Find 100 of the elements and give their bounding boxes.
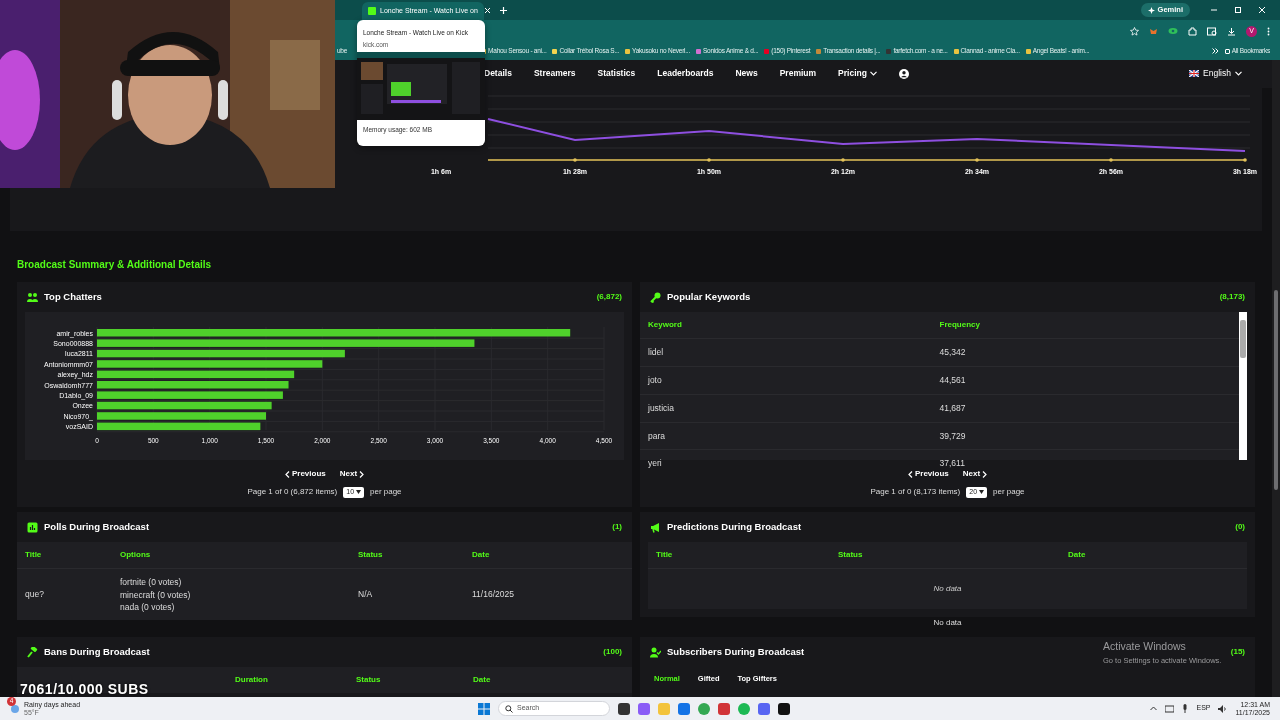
caret-down-icon bbox=[979, 490, 984, 495]
table-cell-text: lidel bbox=[648, 346, 665, 359]
key-icon bbox=[650, 291, 661, 303]
close-icon bbox=[1258, 6, 1266, 14]
page-info: Page 1 of 0 (8,173 items) bbox=[870, 486, 961, 499]
per-page-label: per page bbox=[993, 486, 1025, 499]
card-title: Top Chatters bbox=[44, 290, 102, 304]
item-count: (8,173) bbox=[1219, 291, 1245, 304]
table-cell-text: 45,342 bbox=[939, 346, 967, 359]
page-info: Page 1 of 0 (6,872 items) bbox=[247, 486, 338, 499]
chevron-right-icon bbox=[359, 470, 365, 478]
discord-icon[interactable] bbox=[758, 702, 770, 715]
column-header: Duration bbox=[235, 674, 269, 687]
column-header: Status bbox=[358, 549, 384, 562]
table-cell-text: para bbox=[648, 429, 666, 443]
per-page-label: per page bbox=[370, 486, 402, 499]
section-title: Broadcast Summary & Additional Details bbox=[16, 258, 213, 272]
table-cell-text: 37,611 bbox=[939, 457, 966, 470]
users-icon bbox=[27, 291, 38, 303]
chevron-left-icon bbox=[907, 470, 913, 478]
user-icon bbox=[898, 68, 909, 79]
column-header: Date bbox=[472, 549, 491, 562]
item-count: (1) bbox=[612, 521, 622, 534]
gavel-icon bbox=[27, 646, 38, 658]
column-header: Title bbox=[25, 549, 43, 562]
column-header: Keyword bbox=[648, 319, 683, 332]
browser-icon[interactable] bbox=[698, 702, 710, 715]
menu-icon bbox=[1267, 26, 1270, 36]
item-count: (6,872) bbox=[596, 291, 622, 304]
reading-list-icon bbox=[1207, 26, 1217, 36]
chevrons-right-icon bbox=[1211, 48, 1219, 54]
chevron-down-icon bbox=[869, 71, 877, 77]
spotify-icon[interactable] bbox=[738, 702, 750, 715]
download-icon bbox=[1227, 26, 1236, 36]
column-header: Options bbox=[120, 549, 152, 562]
weather-icon bbox=[10, 703, 20, 714]
language-selector[interactable]: English bbox=[1189, 67, 1242, 81]
chevron-right-icon bbox=[982, 470, 988, 478]
card-title: Predictions During Broadcast bbox=[667, 520, 802, 534]
table-cell-text: nada (0 votes) bbox=[120, 600, 176, 614]
table-cell-text: N/A bbox=[358, 588, 374, 602]
scrollbar[interactable] bbox=[1272, 60, 1280, 697]
column-header: Title bbox=[656, 549, 674, 562]
app-icon[interactable] bbox=[718, 702, 730, 715]
table-cell-text: que? bbox=[25, 588, 45, 602]
eye-icon bbox=[1168, 27, 1178, 35]
next-button[interactable]: Next bbox=[962, 468, 988, 481]
previous-button[interactable]: Previous bbox=[907, 468, 949, 481]
poll-icon bbox=[27, 521, 38, 533]
fox-icon bbox=[1149, 26, 1158, 36]
store-icon[interactable] bbox=[678, 702, 690, 715]
nav-link[interactable]: Pricing bbox=[838, 67, 877, 81]
search-icon bbox=[505, 704, 513, 713]
table-cell-text: justicia bbox=[648, 401, 675, 415]
empty-message: No data bbox=[933, 618, 962, 628]
copilot-icon[interactable] bbox=[638, 702, 650, 715]
item-count: (0) bbox=[1235, 521, 1245, 534]
sparkle-icon bbox=[1147, 6, 1155, 14]
scrollbar[interactable] bbox=[1239, 312, 1247, 461]
column-header: Frequency bbox=[939, 319, 981, 332]
minimize-icon bbox=[1210, 6, 1218, 14]
column-header: Status bbox=[838, 549, 864, 562]
nav-link[interactable]: Details bbox=[484, 67, 512, 81]
card-title: Bans During Broadcast bbox=[44, 645, 150, 659]
windows-icon bbox=[478, 702, 490, 715]
chevron-left-icon bbox=[284, 470, 290, 478]
flag-icon bbox=[1189, 70, 1200, 78]
audio-app-icon[interactable] bbox=[778, 702, 790, 715]
chevron-up-icon bbox=[1150, 706, 1158, 711]
table-cell-text: 11/16/2025 bbox=[472, 588, 515, 602]
star-icon bbox=[1130, 26, 1139, 36]
table-cell-text: yeri bbox=[648, 457, 663, 470]
table-cell-text: 41,687 bbox=[939, 401, 967, 415]
column-header: Date bbox=[1068, 549, 1087, 562]
nav-link[interactable]: News bbox=[735, 67, 758, 81]
close-icon bbox=[483, 6, 491, 14]
restore-icon bbox=[1234, 6, 1242, 14]
next-button[interactable]: Next bbox=[339, 468, 365, 481]
nav-link[interactable]: Statistics bbox=[597, 67, 636, 81]
card-title: Polls During Broadcast bbox=[44, 520, 150, 534]
overlay-text: 7061/10.000 SUBS bbox=[20, 682, 149, 696]
item-count: (15) bbox=[1230, 646, 1245, 659]
nav-link[interactable]: Streamers bbox=[533, 67, 576, 81]
nav-link[interactable]: Leaderboards bbox=[657, 67, 714, 81]
column-header: Date bbox=[473, 674, 492, 687]
card-title: Popular Keywords bbox=[667, 290, 751, 304]
previous-button[interactable]: Previous bbox=[284, 468, 326, 481]
table-cell-text: 44,561 bbox=[939, 374, 967, 387]
task-view-icon[interactable] bbox=[618, 702, 630, 715]
user-check-icon bbox=[650, 646, 661, 658]
card-title: Subscribers During Broadcast bbox=[667, 645, 805, 659]
new-tab-icon bbox=[498, 5, 508, 15]
empty-message: No data bbox=[933, 584, 962, 594]
item-count: (100) bbox=[603, 646, 622, 659]
speaker-icon bbox=[1218, 704, 1228, 713]
column-header: Status bbox=[356, 674, 382, 687]
mic-icon bbox=[1182, 704, 1189, 713]
nav-link[interactable]: Premium bbox=[779, 67, 817, 81]
watermark-title: Activate Windows bbox=[1103, 639, 1187, 654]
table-cell-text: fortnite (0 votes) bbox=[120, 576, 183, 589]
